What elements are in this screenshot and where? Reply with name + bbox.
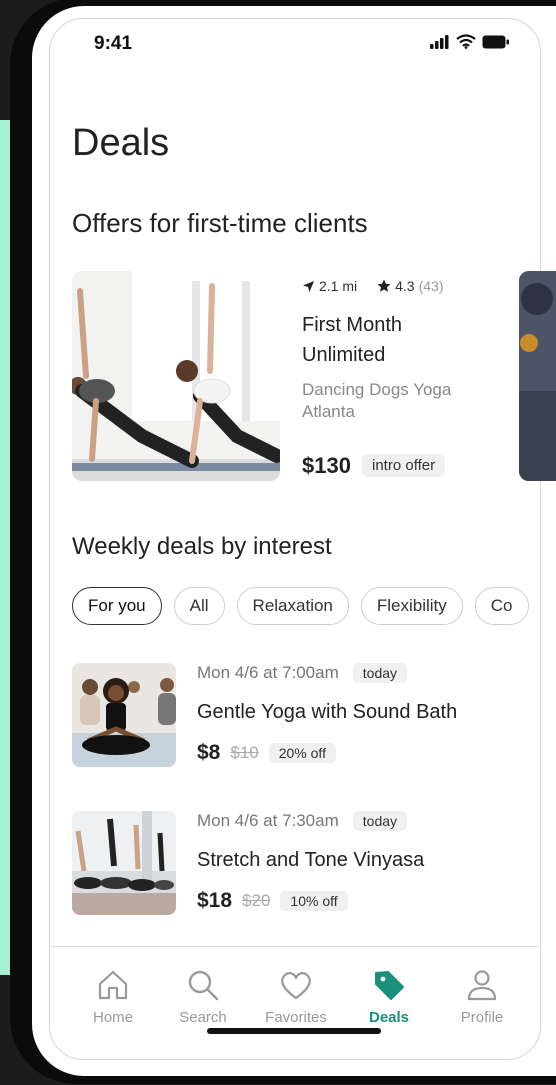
chip-flexibility[interactable]: Flexibility xyxy=(360,587,463,625)
offer-review-count: (43) xyxy=(418,278,444,294)
deal-title[interactable]: Stretch and Tone Vinyasa xyxy=(197,849,424,872)
offer-title[interactable]: First Month Unlimited xyxy=(302,310,462,370)
tab-deals[interactable]: Deals xyxy=(349,967,429,1026)
tab-label: Favorites xyxy=(265,1009,327,1026)
deal-price: $18 xyxy=(197,889,233,912)
offer-price: $130 xyxy=(302,453,351,478)
search-icon xyxy=(188,970,219,1001)
offer-rating: 4.3 xyxy=(395,278,415,294)
deal-discount-badge: 20% off xyxy=(268,743,336,763)
today-badge: today xyxy=(352,811,408,831)
tab-label: Deals xyxy=(368,1009,410,1026)
yoga-class-photo xyxy=(72,663,176,767)
tab-label: Profile xyxy=(460,1009,504,1026)
deal-original-price: $20 xyxy=(242,891,271,910)
battery-icon xyxy=(482,35,509,48)
yoga-side-plank-photo xyxy=(72,271,280,481)
location-arrow-icon xyxy=(303,280,314,292)
tab-favorites[interactable]: Favorites xyxy=(256,967,336,1026)
home-icon xyxy=(98,970,128,1000)
phone-screen: 9:41 Deals Offers for first-time clients… xyxy=(32,6,556,1076)
phone-frame: 9:41 Deals Offers for first-time clients… xyxy=(10,0,556,1084)
heart-icon xyxy=(281,972,311,1000)
chip-relaxation[interactable]: Relaxation xyxy=(236,587,349,625)
offer-image[interactable] xyxy=(72,271,280,481)
chip-for-you[interactable]: For you xyxy=(72,587,162,625)
next-offer-card[interactable] xyxy=(519,271,556,481)
chip-partial[interactable]: Co xyxy=(474,587,529,625)
stretch-class-photo xyxy=(72,811,176,915)
chip-all[interactable]: All xyxy=(173,587,225,625)
page-title: Deals xyxy=(72,122,170,164)
weekly-section-title: Weekly deals by interest xyxy=(72,533,332,560)
tab-label: Search xyxy=(179,1009,227,1026)
profile-icon xyxy=(467,970,497,1001)
deal-image xyxy=(72,811,176,915)
today-badge: today xyxy=(352,663,408,683)
status-icons xyxy=(430,34,510,49)
status-time: 9:41 xyxy=(94,33,133,54)
interest-filter-chips: For you All Relaxation Flexibility Co xyxy=(72,587,529,625)
next-offer-photo xyxy=(519,271,556,481)
status-bar: 9:41 xyxy=(32,6,556,76)
tab-label: Home xyxy=(92,1009,133,1026)
tab-profile[interactable]: Profile xyxy=(442,967,522,1026)
offer-badge: intro offer xyxy=(362,454,446,477)
deal-discount-badge: 10% off xyxy=(280,891,348,911)
deal-prices: $8 $10 20% off xyxy=(197,741,336,765)
deal-date: Mon 4/6 at 7:00am today xyxy=(197,663,408,683)
deal-image xyxy=(72,663,176,767)
deal-row[interactable]: Mon 4/6 at 7:30am today Stretch and Tone… xyxy=(72,811,552,915)
offer-studio[interactable]: Dancing Dogs Yoga Atlanta xyxy=(302,379,492,423)
tag-icon xyxy=(375,971,404,1000)
deal-date: Mon 4/6 at 7:30am today xyxy=(197,811,408,831)
deal-prices: $18 $20 10% off xyxy=(197,889,348,913)
bottom-tab-bar: Home Search Favorites Deals Profile xyxy=(49,946,539,1059)
tab-search[interactable]: Search xyxy=(163,967,243,1026)
wifi-icon xyxy=(456,34,476,49)
home-indicator xyxy=(207,1028,381,1034)
deal-datetime: Mon 4/6 at 7:30am xyxy=(197,811,339,830)
offers-section-title: Offers for first-time clients xyxy=(72,208,368,238)
deal-row[interactable]: Mon 4/6 at 7:00am today Gentle Yoga with… xyxy=(72,663,552,767)
offer-meta: 2.1 mi 4.3 (43) xyxy=(302,278,444,294)
deal-price: $8 xyxy=(197,741,221,764)
deal-title[interactable]: Gentle Yoga with Sound Bath xyxy=(197,701,457,724)
offer-distance: 2.1 mi xyxy=(319,278,358,294)
cellular-signal-icon xyxy=(430,34,449,49)
tab-home[interactable]: Home xyxy=(73,967,153,1026)
deal-original-price: $10 xyxy=(230,743,259,762)
star-icon xyxy=(377,279,391,292)
deal-datetime: Mon 4/6 at 7:00am xyxy=(197,663,339,682)
